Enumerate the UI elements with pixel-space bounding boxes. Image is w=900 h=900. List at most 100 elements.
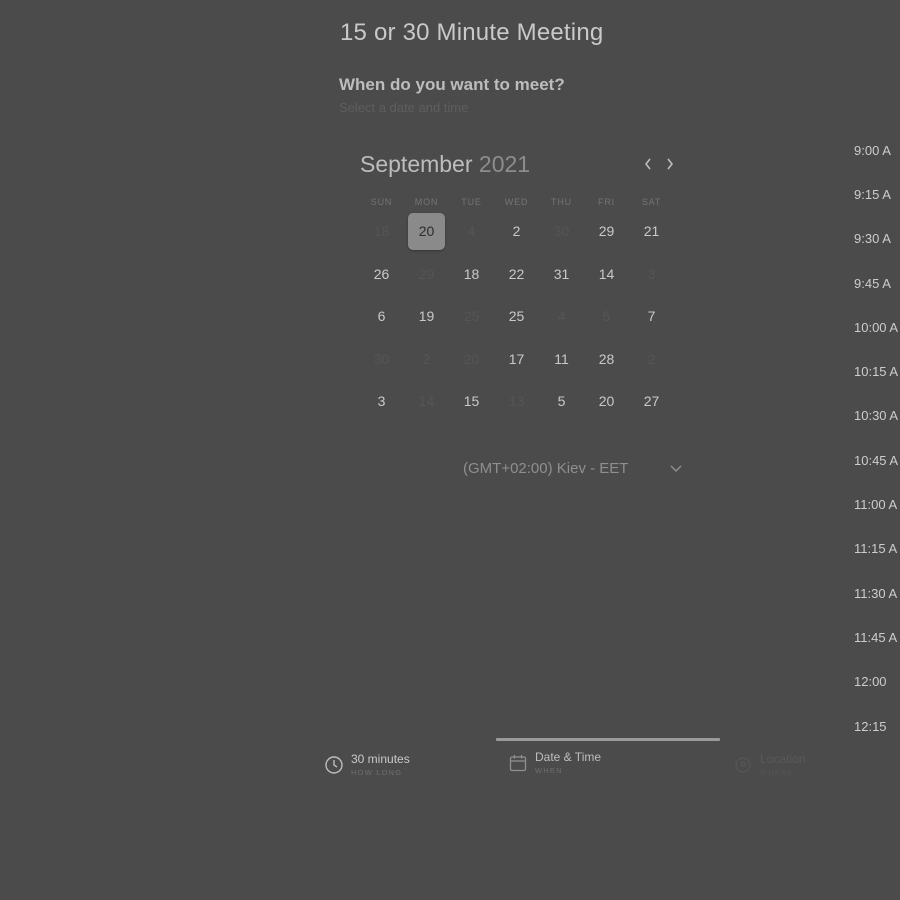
- calendar-week-row: 3 14 15 13 5 20 27: [359, 380, 674, 423]
- calendar-day: 13: [494, 380, 539, 423]
- calendar-day-number: 22: [508, 265, 525, 282]
- calendar-day-number: 3: [377, 393, 386, 410]
- calendar-day: 2: [404, 338, 449, 381]
- time-slot-label: 9:45 A: [854, 275, 891, 291]
- calendar-day-number: 4: [467, 223, 476, 240]
- calendar-week-row: 18 20 4 2 30 29 21: [359, 210, 674, 253]
- calendar-day-number: 2: [647, 350, 656, 367]
- time-slot-label: 12:00: [854, 674, 887, 690]
- calendar-day: 30: [359, 338, 404, 381]
- time-slot[interactable]: 9:45 A: [852, 261, 900, 305]
- time-slot-label: 10:00 A: [854, 319, 899, 335]
- time-slot[interactable]: 9:00 A: [852, 128, 900, 172]
- calendar-day[interactable]: 11: [539, 338, 584, 381]
- active-step-indicator: [496, 738, 720, 741]
- time-slot[interactable]: 11:15 A: [852, 527, 900, 571]
- calendar-day-number: 30: [373, 350, 390, 367]
- calendar-day-number: 11: [554, 350, 569, 367]
- time-slot[interactable]: 12:00: [852, 660, 900, 704]
- weekday-label: THU: [551, 197, 572, 207]
- time-slot[interactable]: 12:15: [852, 704, 900, 748]
- time-slot-list: 9:00 A 9:15 A 9:30 A 9:45 A 10:00 A 10:15 A 10…: [852, 128, 900, 748]
- next-month-button[interactable]: [660, 152, 680, 176]
- calendar-day-number: 18: [373, 223, 390, 240]
- calendar-day-number: 2: [512, 223, 521, 240]
- calendar-day[interactable]: 3: [359, 380, 404, 423]
- weekday-header: SUN MON TUE WED THU FRI SAT: [359, 194, 674, 210]
- step-date-time-label: Date & Time: [535, 750, 602, 764]
- time-slot-label: 12:15: [854, 718, 887, 734]
- time-slot-label: 11:30 A: [854, 585, 898, 601]
- section-heading: When do you want to meet?: [339, 75, 565, 94]
- calendar-day-selected[interactable]: 20: [404, 210, 449, 253]
- time-slot[interactable]: 10:30 A: [852, 394, 900, 438]
- step-date-time-sublabel: WHEN: [535, 766, 563, 775]
- calendar-day-number: 27: [643, 393, 660, 410]
- calendar-day-number: 30: [553, 223, 570, 240]
- calendar-day[interactable]: 22: [494, 253, 539, 296]
- calendar-days: 18 20 4 2 30 29 21 26 29 18 22 31 14 3 6 19 25 25 4 5 7 30 2 20…: [359, 210, 674, 423]
- calendar-day-number: 18: [463, 265, 480, 282]
- calendar-day[interactable]: 17: [494, 338, 539, 381]
- calendar-day[interactable]: 19: [404, 295, 449, 338]
- calendar-day: 25: [449, 295, 494, 338]
- calendar-day[interactable]: 14: [584, 253, 629, 296]
- time-slot-label: 10:30 A: [854, 408, 899, 424]
- calendar-day-number: 20: [598, 393, 615, 410]
- weekday-label: TUE: [461, 197, 482, 207]
- time-slot[interactable]: 11:45 A: [852, 615, 900, 659]
- calendar-day[interactable]: 27: [629, 380, 674, 423]
- calendar-day-number: 14: [598, 265, 615, 282]
- step-date-time[interactable]: Date & Time WHEN: [508, 750, 601, 775]
- time-slot-label: 10:45 A: [854, 452, 899, 468]
- calendar-day: 30: [539, 210, 584, 253]
- calendar-day: 29: [404, 253, 449, 296]
- calendar-grid: SUN MON TUE WED THU FRI SAT 18 20 4 2 30 29 21 26 29 18…: [359, 194, 674, 423]
- calendar-day[interactable]: 29: [584, 210, 629, 253]
- calendar-day[interactable]: 18: [449, 253, 494, 296]
- calendar-day[interactable]: 20: [584, 380, 629, 423]
- calendar-day-number: 28: [598, 350, 615, 367]
- calendar-day[interactable]: 2: [494, 210, 539, 253]
- time-slot[interactable]: 9:15 A: [852, 172, 900, 216]
- page-title: 15 or 30 Minute Meeting: [340, 19, 604, 46]
- time-slot-label: 11:00 A: [854, 497, 898, 513]
- previous-month-button[interactable]: [638, 152, 658, 176]
- calendar-day-number: 5: [557, 393, 566, 410]
- calendar-day[interactable]: 7: [629, 295, 674, 338]
- calendar-icon: [509, 755, 527, 772]
- calendar-day[interactable]: 28: [584, 338, 629, 381]
- step-duration[interactable]: 30 minutes HOW LONG: [324, 752, 410, 777]
- calendar-day-number: 20: [463, 350, 480, 367]
- year-label: 2021: [478, 151, 531, 177]
- calendar-day-number: 21: [643, 223, 660, 240]
- clock-icon: [325, 756, 343, 774]
- calendar-day[interactable]: 31: [539, 253, 584, 296]
- calendar-day[interactable]: 5: [539, 380, 584, 423]
- step-location-label: Location: [760, 752, 806, 766]
- calendar-day: 4: [539, 295, 584, 338]
- step-location-sublabel: WHERE: [760, 768, 794, 777]
- time-slot[interactable]: 10:15 A: [852, 349, 900, 393]
- calendar-week-row: 26 29 18 22 31 14 3: [359, 253, 674, 296]
- calendar-day[interactable]: 6: [359, 295, 404, 338]
- calendar-day[interactable]: 15: [449, 380, 494, 423]
- month-year-label: September 2021: [360, 151, 530, 178]
- calendar-day[interactable]: 25: [494, 295, 539, 338]
- calendar-day-number: 15: [463, 393, 480, 410]
- step-location[interactable]: Location WHERE: [733, 752, 805, 777]
- time-slot[interactable]: 9:30 A: [852, 217, 900, 261]
- calendar-day[interactable]: 21: [629, 210, 674, 253]
- calendar-day-number: 29: [418, 265, 435, 282]
- time-slot[interactable]: 11:30 A: [852, 571, 900, 615]
- weekday-label: WED: [504, 197, 529, 207]
- time-slot[interactable]: 11:00 A: [852, 482, 900, 526]
- calendar-day[interactable]: 26: [359, 253, 404, 296]
- chevron-right-icon: [667, 158, 674, 170]
- calendar-day-number: 26: [373, 265, 390, 282]
- time-slot[interactable]: 10:00 A: [852, 305, 900, 349]
- time-slot[interactable]: 10:45 A: [852, 438, 900, 482]
- timezone-select[interactable]: (GMT+02:00) Kiev - EET: [463, 456, 691, 480]
- booking-page: 15 or 30 Minute Meeting When do you want…: [0, 0, 900, 900]
- calendar-day: 4: [449, 210, 494, 253]
